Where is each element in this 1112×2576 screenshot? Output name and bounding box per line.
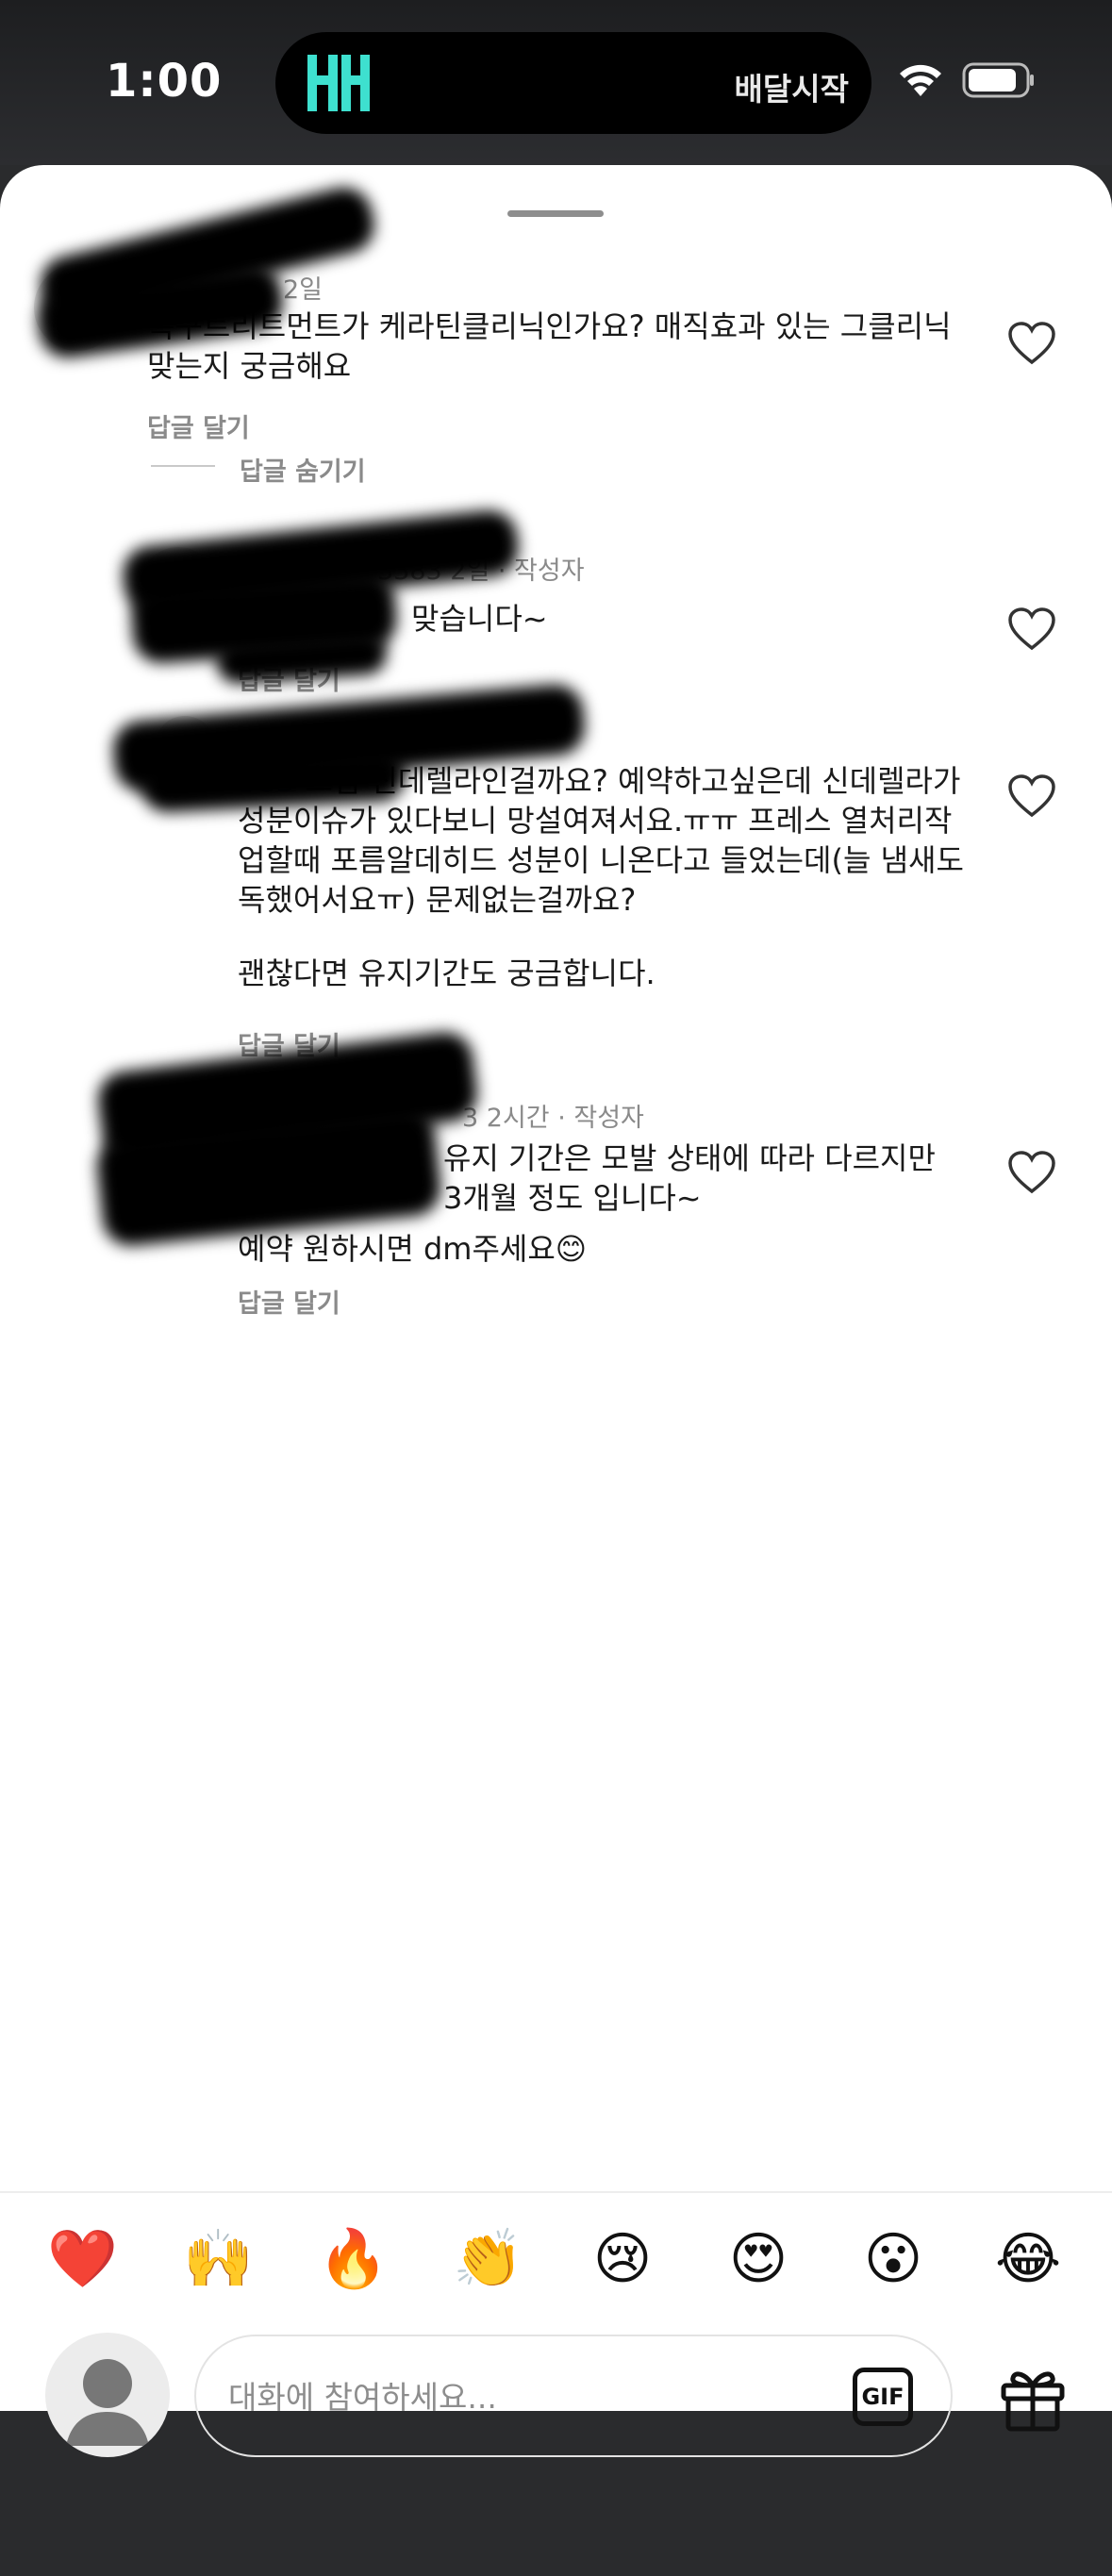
like-heart-icon[interactable] [1007, 773, 1056, 819]
reply-button[interactable]: 답글 달기 [147, 407, 250, 444]
dynamic-island[interactable]: 배달시작 [275, 32, 871, 134]
comment-composer: GIF [0, 2323, 1112, 2576]
comment-meta: 2일 [283, 275, 324, 305]
battery-icon [962, 62, 1034, 98]
gift-icon[interactable] [998, 2363, 1068, 2433]
comment-text: 맞습니다~ [411, 601, 548, 637]
comment-meta: 3 2시간 · 작성자 [462, 1104, 644, 1133]
status-bar: 1:00 배달시작 [0, 0, 1112, 165]
comment-text-2: 괜찮다면 유지기간도 궁금합니다. [238, 956, 656, 991]
my-avatar [45, 2333, 170, 2457]
reaction-fire[interactable]: 🔥 [318, 2225, 389, 2293]
reaction-clap[interactable]: 👏 [453, 2225, 523, 2293]
reply-button[interactable]: 답글 달기 [238, 1283, 340, 1320]
reaction-raised-hands[interactable]: 🙌 [183, 2225, 254, 2293]
delivery-app-logo-icon [302, 51, 370, 115]
like-heart-icon[interactable] [1007, 607, 1056, 652]
live-activity-text: 배달시작 [734, 71, 849, 108]
comment-input-box[interactable]: GIF [194, 2335, 953, 2457]
reaction-heart-eyes[interactable]: 😍 [724, 2225, 792, 2293]
comment-input[interactable] [228, 2367, 794, 2427]
person-icon [66, 2359, 149, 2446]
sheet-grabber[interactable] [507, 210, 604, 217]
comment-text-2: 예약 원하시면 dm주세요😊 [238, 1231, 588, 1267]
clock: 1:00 [106, 55, 223, 108]
hide-replies-button[interactable]: 답글 숨기기 [240, 451, 366, 488]
reaction-crying[interactable]: 😢 [589, 2225, 656, 2293]
wifi-icon [900, 64, 941, 96]
gif-button[interactable]: GIF [853, 2368, 913, 2426]
like-heart-icon[interactable] [1007, 321, 1056, 366]
divider [151, 465, 215, 467]
reaction-laughing[interactable]: 😂 [994, 2225, 1062, 2293]
comment-text: 유지 기간은 모발 상태에 따라 다르지만 3개월 정도 입니다~ [443, 1140, 936, 1216]
like-heart-icon[interactable] [1007, 1150, 1056, 1195]
comments-sheet: 2일 복구트리트먼트가 케라틴클리닉인가요? 매직효과 있는 그클리닉 맞는지 … [0, 165, 1112, 2457]
reaction-bar: ❤️ 🙌 🔥 👏 😢 😍 😮 😂 [0, 2191, 1112, 2323]
reaction-heart[interactable]: ❤️ [47, 2225, 118, 2293]
reaction-surprised[interactable]: 😮 [859, 2225, 927, 2293]
